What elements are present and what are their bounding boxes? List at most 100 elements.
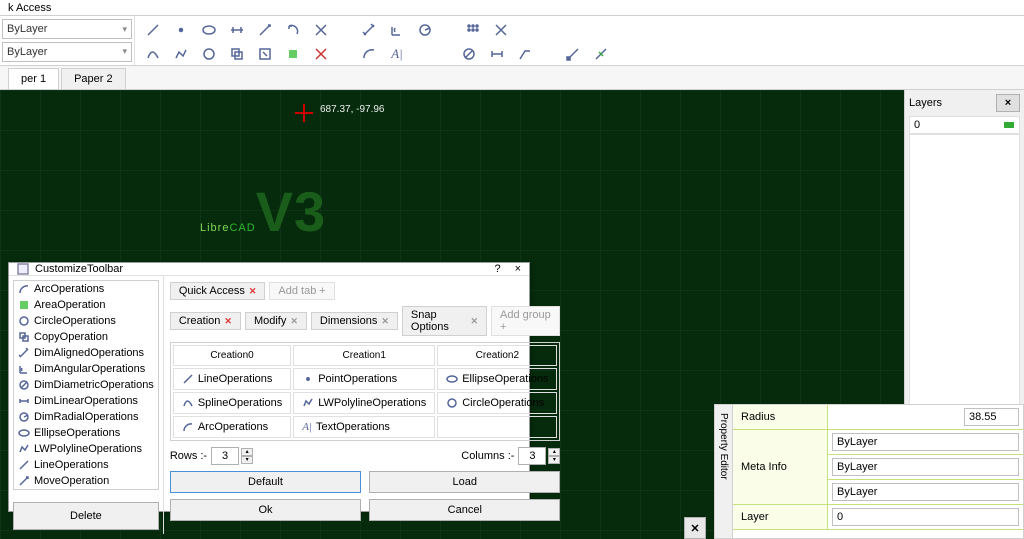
crosshair-cursor	[295, 104, 313, 122]
tab-quick-access[interactable]: Quick Access✕	[170, 282, 266, 300]
point-tool-icon[interactable]	[169, 18, 193, 42]
layers-close-button[interactable]: ×	[996, 94, 1020, 112]
op-copy[interactable]: CopyOperation	[14, 329, 158, 345]
page-tab-bar: per 1 Paper 2	[0, 66, 1024, 90]
dialog-titlebar[interactable]: CustomizeToolbar ? ×	[9, 263, 529, 276]
operations-list[interactable]: ArcOperations AreaOperation CircleOperat…	[13, 280, 159, 490]
cell-r2c2[interactable]	[437, 416, 557, 438]
snap-intersect-icon[interactable]	[489, 18, 513, 42]
dialog-close-button[interactable]: ×	[515, 263, 521, 275]
dim-diametric-icon[interactable]	[457, 42, 481, 66]
prop-meta-3[interactable]	[832, 483, 1019, 501]
add-tab-button[interactable]: Add tab +	[269, 282, 334, 300]
snap-end-icon[interactable]	[561, 42, 585, 66]
tab-close-icon[interactable]: ✕	[290, 316, 298, 327]
rows-spinner[interactable]: ▴▾	[211, 447, 253, 465]
group-dimensions[interactable]: Dimensions✕	[311, 312, 398, 330]
dim-radial-icon[interactable]	[413, 18, 437, 42]
tab-close-icon[interactable]: ✕	[224, 316, 232, 327]
layer-dropdown-1[interactable]: ByLayer	[2, 19, 132, 39]
delete-tool-icon[interactable]	[309, 42, 333, 66]
scale-tool-icon[interactable]	[253, 42, 277, 66]
op-move[interactable]: MoveOperation	[14, 473, 158, 489]
dialog-icon	[17, 263, 29, 275]
cell-r0c2[interactable]: EllipseOperations	[437, 368, 557, 390]
op-lwpoly[interactable]: LWPolylineOperations	[14, 441, 158, 457]
plus-icon: +	[500, 321, 506, 333]
quick-access-bar: k Access	[0, 0, 1024, 16]
up-arrow-icon[interactable]: ▴	[241, 448, 253, 456]
group-creation[interactable]: Creation✕	[170, 312, 241, 330]
down-arrow-icon[interactable]: ▾	[241, 456, 253, 464]
op-dimangular[interactable]: DimAngularOperations	[14, 361, 158, 377]
customize-toolbar-dialog: CustomizeToolbar ? × ArcOperations AreaO…	[8, 262, 530, 512]
op-ellipse[interactable]: EllipseOperations	[14, 425, 158, 441]
snap-grid-icon[interactable]	[461, 18, 485, 42]
text-tool-icon[interactable]: A|	[385, 42, 409, 66]
group-modify[interactable]: Modify✕	[245, 312, 307, 330]
dialog-help-button[interactable]: ?	[494, 263, 500, 275]
rows-label: Rows :-	[170, 450, 207, 462]
ok-button[interactable]: Ok	[170, 499, 361, 521]
dialog-delete-button[interactable]: Delete	[13, 502, 159, 530]
layers-title: Layers	[909, 97, 942, 109]
cols-spinner[interactable]: ▴▾	[518, 447, 560, 465]
cell-r1c0[interactable]: SplineOperations	[173, 392, 291, 414]
dim-aligned-icon[interactable]	[357, 18, 381, 42]
ellipse-tool-icon[interactable]	[197, 18, 221, 42]
add-group-button[interactable]: Add group +	[491, 306, 560, 336]
op-circle[interactable]: CircleOperations	[14, 313, 158, 329]
default-button[interactable]: Default	[170, 471, 361, 493]
op-dimlinear[interactable]: DimLinearOperations	[14, 393, 158, 409]
dim-linear-icon[interactable]	[485, 42, 509, 66]
dialog-title: CustomizeToolbar	[35, 263, 123, 275]
prop-radius-input[interactable]	[964, 408, 1019, 426]
snap-mid-icon[interactable]	[589, 42, 613, 66]
tool-palette: A|	[135, 16, 1024, 65]
arc-tool-icon[interactable]	[357, 42, 381, 66]
down-arrow-icon[interactable]: ▾	[548, 456, 560, 464]
dim-angular-icon[interactable]	[385, 18, 409, 42]
tab-paper-1[interactable]: per 1	[8, 68, 59, 89]
tab-close-icon[interactable]: ✕	[249, 286, 257, 297]
op-arc[interactable]: ArcOperations	[14, 281, 158, 297]
layer-row-0[interactable]: 0	[909, 116, 1020, 134]
op-dimaligned[interactable]: DimAlignedOperations	[14, 345, 158, 361]
tab-close-icon[interactable]: ✕	[470, 316, 478, 327]
line-tool-icon[interactable]	[141, 18, 165, 42]
tab-paper-2[interactable]: Paper 2	[61, 68, 126, 89]
move-tool-icon[interactable]	[253, 18, 277, 42]
cell-r2c1[interactable]: A|TextOperations	[293, 416, 435, 438]
tab-close-icon[interactable]: ✕	[381, 316, 389, 327]
layer-name: 0	[914, 119, 920, 131]
cell-r1c2[interactable]: CircleOperations	[437, 392, 557, 414]
console-close-button[interactable]: ✕	[684, 517, 706, 539]
copy-tool-icon[interactable]	[225, 42, 249, 66]
cell-r1c1[interactable]: LWPolylineOperations	[293, 392, 435, 414]
cell-r0c0[interactable]: LineOperations	[173, 368, 291, 390]
cell-r0c1[interactable]: PointOperations	[293, 368, 435, 390]
area-tool-icon[interactable]	[281, 42, 305, 66]
prop-meta-1[interactable]	[832, 433, 1019, 451]
circle-tool-icon[interactable]	[197, 42, 221, 66]
polyline-tool-icon[interactable]	[169, 42, 193, 66]
plus-icon: +	[319, 285, 325, 297]
prop-meta-2[interactable]	[832, 458, 1019, 476]
dim-tool-icon[interactable]	[225, 18, 249, 42]
cell-r2c0[interactable]: ArcOperations	[173, 416, 291, 438]
property-editor-tab[interactable]: Property Editor	[715, 405, 733, 538]
cancel-button[interactable]: Cancel	[369, 499, 560, 521]
rotate-tool-icon[interactable]	[281, 18, 305, 42]
dim-leader-icon[interactable]	[513, 42, 537, 66]
group-snap[interactable]: Snap Options✕	[402, 306, 487, 336]
op-line[interactable]: LineOperations	[14, 457, 158, 473]
up-arrow-icon[interactable]: ▴	[548, 448, 560, 456]
layer-dropdown-2[interactable]: ByLayer	[2, 42, 132, 62]
prop-layer-input[interactable]	[832, 508, 1019, 526]
load-button[interactable]: Load	[369, 471, 560, 493]
op-area[interactable]: AreaOperation	[14, 297, 158, 313]
op-dimradial[interactable]: DimRadialOperations	[14, 409, 158, 425]
trim-tool-icon[interactable]	[309, 18, 333, 42]
spline-tool-icon[interactable]	[141, 42, 165, 66]
op-dimdiametric[interactable]: DimDiametricOperations	[14, 377, 158, 393]
